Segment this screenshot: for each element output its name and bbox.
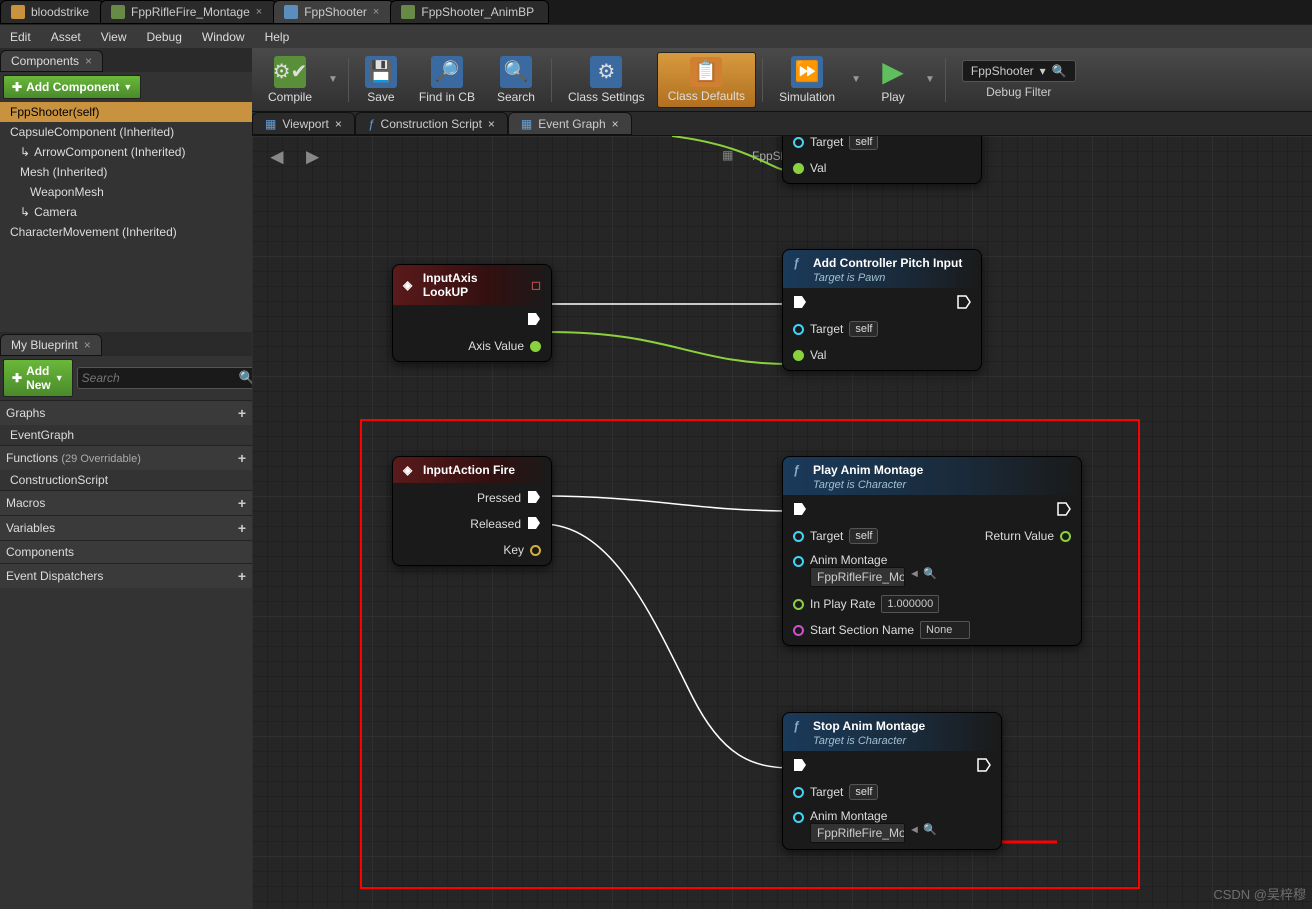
components-tree: FppShooter(self) CapsuleComponent (Inher… (0, 102, 252, 242)
cat-graphs[interactable]: Graphs+ (0, 400, 252, 425)
close-icon: × (335, 117, 342, 131)
chevron-down-icon[interactable]: ▼ (921, 74, 939, 85)
node-input-axis-lookup[interactable]: ◈InputAxis LookUP◻ Axis Value (392, 264, 552, 362)
debug-filter: FppShooter▾🔍 Debug Filter (952, 56, 1086, 103)
plus-icon: + (238, 568, 246, 584)
file-tab-montage[interactable]: FppRifleFire_Montage × (100, 0, 277, 24)
plus-icon: + (238, 450, 246, 466)
find-button[interactable]: 🔎Find in CB (409, 52, 485, 108)
menu-asset[interactable]: Asset (41, 26, 91, 48)
chevron-down-icon[interactable]: ▼ (847, 74, 865, 85)
search-button[interactable]: 🔍Search (487, 52, 545, 108)
function-icon: ƒ (793, 463, 807, 477)
asset-picker[interactable]: FppRifleFire_Mon▾ (810, 567, 905, 587)
anim-icon (111, 5, 125, 19)
tree-item[interactable]: CapsuleComponent (Inherited) (0, 122, 252, 142)
chevron-down-icon[interactable]: ▼ (324, 74, 342, 85)
tab-my-blueprint[interactable]: My Blueprint × (0, 334, 102, 356)
simulation-button[interactable]: ⏩Simulation (769, 52, 845, 108)
search-input[interactable]: 🔍 (77, 367, 260, 389)
tree-item[interactable]: ↳ ArrowComponent (Inherited) (0, 142, 252, 162)
close-icon: × (612, 117, 619, 131)
class-settings-button[interactable]: ⚙Class Settings (558, 52, 655, 108)
node-play-anim-montage[interactable]: ƒPlay Anim Montage Target is Character T… (782, 456, 1082, 646)
menu-edit[interactable]: Edit (0, 26, 41, 48)
compile-button[interactable]: ⚙✔Compile (258, 52, 322, 108)
item-eventgraph[interactable]: EventGraph (0, 425, 252, 445)
close-icon: × (488, 117, 495, 131)
graph-tab-bar: ▦Viewport× ƒConstruction Script× ▦Event … (252, 112, 1312, 136)
menu-view[interactable]: View (91, 26, 137, 48)
play-button[interactable]: ▶Play (867, 52, 919, 108)
plus-icon: + (238, 405, 246, 421)
debug-filter-combo[interactable]: FppShooter▾🔍 (962, 60, 1076, 82)
tree-root[interactable]: FppShooter(self) (0, 102, 252, 122)
cat-components[interactable]: Components (0, 540, 252, 563)
file-tab-bar: bloodstrike FppRifleFire_Montage × FppSh… (0, 0, 1312, 24)
node-input-action-fire[interactable]: ◈InputAction Fire Pressed Released Key (392, 456, 552, 566)
close-icon[interactable]: × (256, 6, 262, 18)
cat-functions[interactable]: Functions (29 Overridable)+ (0, 445, 252, 470)
value-input[interactable]: 1.000000 (881, 595, 939, 613)
add-new-button[interactable]: ✚Add New▼ (3, 359, 73, 397)
node-stop-anim-montage[interactable]: ƒStop Anim Montage Target is Character T… (782, 712, 1002, 850)
file-tab-animbp[interactable]: FppShooter_AnimBP (390, 0, 549, 24)
node-partial[interactable]: Targetself Val (782, 136, 982, 184)
tree-item[interactable]: ↳ Camera (0, 202, 252, 222)
tab-components[interactable]: Components × (0, 50, 103, 72)
toolbar: ⚙✔Compile▼ 💾Save 🔎Find in CB 🔍Search ⚙Cl… (252, 48, 1312, 112)
graph-icon: ▦ (722, 148, 744, 164)
close-icon[interactable]: × (84, 338, 91, 352)
plus-icon: + (238, 495, 246, 511)
item-construction[interactable]: ConstructionScript (0, 470, 252, 490)
tree-item[interactable]: Mesh (Inherited) (0, 162, 252, 182)
asset-tools[interactable]: ◄ 🔍 (909, 567, 937, 587)
event-icon: ◈ (403, 278, 417, 292)
asset-tools[interactable]: ◄ 🔍 (909, 823, 937, 843)
close-icon[interactable]: × (373, 6, 379, 18)
bp-categories: Graphs+ EventGraph Functions (29 Overrid… (0, 400, 252, 588)
file-tab-fppshooter[interactable]: FppShooter × (273, 0, 394, 24)
function-icon: ƒ (793, 719, 807, 733)
nav-back-icon[interactable]: ◄ (266, 144, 288, 170)
animbp-icon (401, 5, 415, 19)
folder-icon (11, 5, 25, 19)
node-add-pitch[interactable]: ƒAdd Controller Pitch Input Target is Pa… (782, 249, 982, 371)
event-icon: ◈ (403, 463, 417, 477)
save-button[interactable]: 💾Save (355, 52, 407, 108)
menu-help[interactable]: Help (255, 26, 300, 48)
file-tab-bloodstrike[interactable]: bloodstrike (0, 0, 104, 24)
tree-item[interactable]: WeaponMesh (0, 182, 252, 202)
value-input[interactable]: None (920, 621, 970, 639)
cat-dispatchers[interactable]: Event Dispatchers+ (0, 563, 252, 588)
close-icon[interactable]: × (85, 54, 92, 68)
asset-picker[interactable]: FppRifleFire_Mon▾ (810, 823, 905, 843)
cat-macros[interactable]: Macros+ (0, 490, 252, 515)
nav-fwd-icon[interactable]: ► (302, 144, 324, 170)
tab-viewport[interactable]: ▦Viewport× (252, 112, 355, 135)
class-defaults-button[interactable]: 📋Class Defaults (657, 52, 756, 108)
function-icon: ƒ (793, 256, 807, 270)
graph-canvas[interactable]: ◄ ► ▦ FppShooter› Event Graph (252, 136, 1312, 909)
search-icon: 🔍 (1052, 64, 1067, 78)
menu-bar: Edit Asset View Debug Window Help (0, 24, 1312, 48)
add-component-button[interactable]: ✚Add Component▼ (3, 75, 141, 99)
tab-event-graph[interactable]: ▦Event Graph× (508, 112, 632, 135)
blueprint-icon (284, 5, 298, 19)
plus-icon: + (238, 520, 246, 536)
cat-variables[interactable]: Variables+ (0, 515, 252, 540)
exec-out-pin (527, 312, 541, 329)
tree-item[interactable]: CharacterMovement (Inherited) (0, 222, 252, 242)
menu-debug[interactable]: Debug (137, 26, 192, 48)
watermark: CSDN @吴梓穆 (1213, 884, 1306, 903)
tab-construction-script[interactable]: ƒConstruction Script× (355, 112, 508, 135)
menu-window[interactable]: Window (192, 26, 255, 48)
